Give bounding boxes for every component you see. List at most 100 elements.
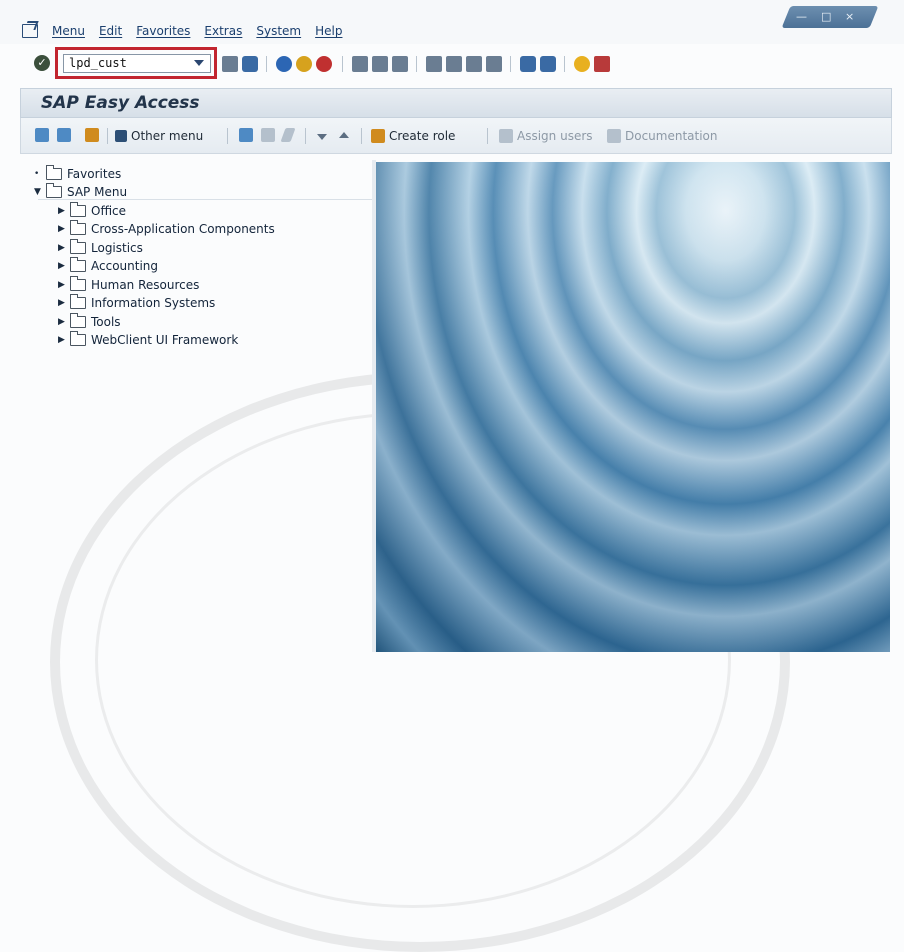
toolbar-separator (416, 56, 417, 72)
window-controls: — □ × (781, 6, 879, 28)
create-role-button[interactable]: Create role (371, 128, 455, 144)
toolbar-separator (266, 56, 267, 72)
documentation-button: Documentation (607, 128, 718, 144)
tree-divider (38, 199, 372, 200)
toolbar-separator (361, 128, 362, 144)
toolbar-separator (107, 128, 108, 144)
create-session-icon[interactable] (520, 56, 536, 72)
menu-extras[interactable]: Extras (204, 24, 242, 38)
menu-system[interactable]: System (256, 24, 301, 38)
cancel-icon[interactable] (316, 56, 332, 72)
toolbar-separator (564, 56, 565, 72)
tree-label: Tools (91, 314, 121, 329)
create-role-icon (371, 129, 385, 143)
move-down-icon[interactable] (317, 134, 327, 140)
create-role-label: Create role (389, 129, 456, 143)
user-menu-icon[interactable] (35, 128, 49, 142)
tree-label: Cross-Application Components (91, 221, 275, 236)
tree-node-accounting[interactable]: ▶ Accounting (58, 256, 159, 274)
folder-icon (70, 201, 86, 217)
tree-node-favorites[interactable]: • Favorites (34, 164, 121, 182)
back-arrow-icon[interactable] (222, 56, 238, 72)
collapsed-bullet-icon[interactable]: • (34, 169, 42, 179)
menu-help[interactable]: Help (315, 24, 342, 38)
exit-icon[interactable] (296, 56, 312, 72)
expand-right-icon[interactable]: ▶ (58, 206, 66, 216)
tree-label: Human Resources (91, 277, 200, 292)
find-icon[interactable] (372, 56, 388, 72)
expand-right-icon[interactable]: ▶ (58, 243, 66, 253)
expand-right-icon[interactable]: ▶ (58, 298, 66, 308)
folder-icon (70, 238, 86, 254)
maximize-icon[interactable]: □ (821, 6, 831, 28)
tree-node-office[interactable]: ▶ Office (58, 201, 127, 219)
tree-label: Information Systems (91, 295, 216, 310)
tree-label: WebClient UI Framework (91, 332, 239, 347)
add-to-favorites-icon[interactable] (239, 128, 253, 142)
expand-right-icon[interactable]: ▶ (58, 317, 66, 327)
customize-layout-icon[interactable] (594, 56, 610, 72)
documentation-label: Documentation (625, 129, 718, 143)
toolbar-separator (305, 128, 306, 144)
tree-node-tools[interactable]: ▶ Tools (58, 312, 121, 330)
save-icon[interactable] (242, 56, 258, 72)
org-tree-icon (115, 130, 127, 142)
folder-icon (70, 275, 86, 291)
change-favorite-icon (280, 128, 296, 142)
tree-label: Office (91, 203, 127, 218)
system-menu-icon[interactable] (22, 24, 38, 38)
print-icon[interactable] (352, 56, 368, 72)
expand-right-icon[interactable]: ▶ (58, 335, 66, 345)
enter-check-icon[interactable]: ✓ (34, 55, 50, 71)
toolbar-separator (342, 56, 343, 72)
tree-node-cross-application[interactable]: ▶ Cross-Application Components (58, 219, 275, 237)
page-title: SAP Easy Access (41, 93, 200, 113)
minimize-icon[interactable]: — (796, 6, 807, 28)
menu-items: Menu Edit Favorites Extras System Help (52, 24, 342, 38)
previous-page-icon[interactable] (446, 56, 462, 72)
folder-icon (70, 312, 86, 328)
title-bar: SAP Easy Access (20, 88, 892, 118)
tree-node-logistics[interactable]: ▶ Logistics (58, 238, 143, 256)
toolbar-separator (487, 128, 488, 144)
sap-menu-icon[interactable] (57, 128, 71, 142)
help-icon[interactable] (574, 56, 590, 72)
shortcut-icon[interactable] (540, 56, 556, 72)
toolbar-separator (227, 128, 228, 144)
first-page-icon[interactable] (426, 56, 442, 72)
folder-icon (70, 256, 86, 272)
assign-users-button: Assign users (499, 128, 593, 144)
other-menu-button[interactable]: Other menu (115, 128, 203, 144)
expand-right-icon[interactable]: ▶ (58, 224, 66, 234)
menu-menu[interactable]: Menu (52, 24, 85, 38)
expand-down-icon[interactable]: ▼ (34, 187, 42, 197)
assign-users-label: Assign users (517, 129, 593, 143)
command-field[interactable]: lpd_cust (63, 54, 211, 73)
business-workplace-icon[interactable] (85, 128, 99, 142)
delete-favorite-icon (261, 128, 275, 142)
move-up-icon[interactable] (339, 132, 349, 138)
documentation-icon (607, 129, 621, 143)
menu-favorites[interactable]: Favorites (136, 24, 190, 38)
folder-icon (70, 293, 86, 309)
find-next-icon[interactable] (392, 56, 408, 72)
expand-right-icon[interactable]: ▶ (58, 261, 66, 271)
folder-icon (70, 330, 86, 346)
menu-bar: Menu Edit Favorites Extras System Help —… (0, 0, 904, 44)
back-icon[interactable] (276, 56, 292, 72)
tree-node-information-systems[interactable]: ▶ Information Systems (58, 293, 216, 311)
last-page-icon[interactable] (486, 56, 502, 72)
application-toolbar: Other menu Create role Assign users Docu… (20, 118, 892, 154)
close-icon[interactable]: × (845, 6, 854, 28)
tree-label: Accounting (91, 258, 159, 273)
menu-tree: • Favorites ▼ SAP Menu ▶ Office ▶ Cross-… (20, 160, 372, 652)
next-page-icon[interactable] (466, 56, 482, 72)
other-menu-label: Other menu (131, 129, 204, 143)
expand-right-icon[interactable]: ▶ (58, 280, 66, 290)
menu-edit[interactable]: Edit (99, 24, 122, 38)
water-ripple-image (376, 162, 890, 652)
tree-node-human-resources[interactable]: ▶ Human Resources (58, 275, 200, 293)
tree-node-webclient-ui[interactable]: ▶ WebClient UI Framework (58, 330, 239, 348)
command-dropdown-icon[interactable] (194, 60, 204, 66)
tree-node-sap-menu[interactable]: ▼ SAP Menu (34, 182, 127, 200)
